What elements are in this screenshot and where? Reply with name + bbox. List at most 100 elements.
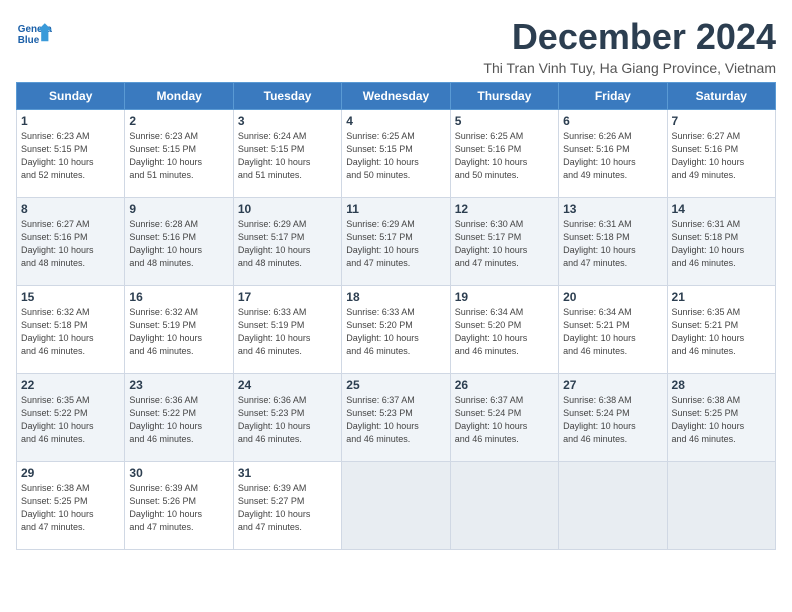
day-number: 24 bbox=[238, 378, 337, 392]
day-number: 30 bbox=[129, 466, 228, 480]
svg-text:Blue: Blue bbox=[18, 35, 40, 46]
day-number: 11 bbox=[346, 202, 445, 216]
calendar-day-cell: 11 Sunrise: 6:29 AM Sunset: 5:17 PM Dayli… bbox=[342, 198, 450, 286]
calendar-day-cell bbox=[559, 462, 667, 550]
day-info: Sunrise: 6:37 AM Sunset: 5:24 PM Dayligh… bbox=[455, 394, 554, 446]
day-info: Sunrise: 6:30 AM Sunset: 5:17 PM Dayligh… bbox=[455, 218, 554, 270]
calendar-day-cell: 19Sunrise: 6:34 AM Sunset: 5:20 PM Dayli… bbox=[450, 286, 558, 374]
day-info: Sunrise: 6:24 AM Sunset: 5:15 PM Dayligh… bbox=[238, 130, 337, 182]
calendar-day-cell: 28 Sunrise: 6:38 AM Sunset: 5:25 PM Dayli… bbox=[667, 374, 775, 462]
day-number: 14 bbox=[672, 202, 771, 216]
calendar-day-cell: 4 Sunrise: 6:25 AM Sunset: 5:15 PM Daylig… bbox=[342, 110, 450, 198]
weekday-header-row: SundayMondayTuesdayWednesdayThursdayFrid… bbox=[17, 83, 776, 110]
calendar-day-cell: 5Sunrise: 6:25 AM Sunset: 5:16 PM Daylig… bbox=[450, 110, 558, 198]
calendar-day-cell: 26 Sunrise: 6:37 AM Sunset: 5:24 PM Dayli… bbox=[450, 374, 558, 462]
day-number: 29 bbox=[21, 466, 120, 480]
day-info: Sunrise: 6:32 AM Sunset: 5:19 PM Dayligh… bbox=[129, 306, 228, 358]
calendar-day-cell: 9 Sunrise: 6:28 AM Sunset: 5:16 PM Daylig… bbox=[125, 198, 233, 286]
day-info: Sunrise: 6:35 AM Sunset: 5:21 PM Dayligh… bbox=[672, 306, 771, 358]
calendar-day-cell: 2Sunrise: 6:23 AM Sunset: 5:15 PM Daylig… bbox=[125, 110, 233, 198]
calendar-week-row: 8Sunrise: 6:27 AM Sunset: 5:16 PM Daylig… bbox=[17, 198, 776, 286]
calendar-day-cell: 29 Sunrise: 6:38 AM Sunset: 5:25 PM Dayli… bbox=[17, 462, 125, 550]
page-header: General Blue December 2024 Thi Tran Vinh… bbox=[16, 16, 776, 76]
day-number: 8 bbox=[21, 202, 120, 216]
calendar-day-cell bbox=[450, 462, 558, 550]
calendar-day-cell: 18 Sunrise: 6:33 AM Sunset: 5:20 PM Dayli… bbox=[342, 286, 450, 374]
day-number: 18 bbox=[346, 290, 445, 304]
day-number: 26 bbox=[455, 378, 554, 392]
day-number: 4 bbox=[346, 114, 445, 128]
day-number: 5 bbox=[455, 114, 554, 128]
day-number: 13 bbox=[563, 202, 662, 216]
weekday-header-cell: Sunday bbox=[17, 83, 125, 110]
weekday-header-cell: Saturday bbox=[667, 83, 775, 110]
day-info: Sunrise: 6:29 AM Sunset: 5:17 PM Dayligh… bbox=[238, 218, 337, 270]
day-number: 3 bbox=[238, 114, 337, 128]
calendar-day-cell: 25 Sunrise: 6:37 AM Sunset: 5:23 PM Dayli… bbox=[342, 374, 450, 462]
calendar-body: 1 Sunrise: 6:23 AM Sunset: 5:15 PM Daylig… bbox=[17, 110, 776, 550]
day-info: Sunrise: 6:39 AM Sunset: 5:26 PM Dayligh… bbox=[129, 482, 228, 534]
day-info: Sunrise: 6:38 AM Sunset: 5:25 PM Dayligh… bbox=[672, 394, 771, 446]
day-info: Sunrise: 6:33 AM Sunset: 5:20 PM Dayligh… bbox=[346, 306, 445, 358]
weekday-header-cell: Friday bbox=[559, 83, 667, 110]
day-info: Sunrise: 6:37 AM Sunset: 5:23 PM Dayligh… bbox=[346, 394, 445, 446]
calendar-day-cell: 13Sunrise: 6:31 AM Sunset: 5:18 PM Dayli… bbox=[559, 198, 667, 286]
calendar-day-cell: 17 Sunrise: 6:33 AM Sunset: 5:19 PM Dayli… bbox=[233, 286, 341, 374]
calendar-day-cell: 15 Sunrise: 6:32 AM Sunset: 5:18 PM Dayli… bbox=[17, 286, 125, 374]
weekday-header-cell: Thursday bbox=[450, 83, 558, 110]
calendar-day-cell: 7Sunrise: 6:27 AM Sunset: 5:16 PM Daylig… bbox=[667, 110, 775, 198]
day-info: Sunrise: 6:38 AM Sunset: 5:25 PM Dayligh… bbox=[21, 482, 120, 534]
calendar-day-cell bbox=[342, 462, 450, 550]
day-info: Sunrise: 6:36 AM Sunset: 5:22 PM Dayligh… bbox=[129, 394, 228, 446]
day-number: 9 bbox=[129, 202, 228, 216]
day-number: 10 bbox=[238, 202, 337, 216]
day-info: Sunrise: 6:35 AM Sunset: 5:22 PM Dayligh… bbox=[21, 394, 120, 446]
logo-icon: General Blue bbox=[16, 16, 52, 52]
day-number: 31 bbox=[238, 466, 337, 480]
calendar-week-row: 29 Sunrise: 6:38 AM Sunset: 5:25 PM Dayli… bbox=[17, 462, 776, 550]
day-number: 15 bbox=[21, 290, 120, 304]
title-area: December 2024 Thi Tran Vinh Tuy, Ha Gian… bbox=[483, 16, 776, 76]
month-title: December 2024 bbox=[483, 16, 776, 58]
calendar-day-cell: 31 Sunrise: 6:39 AM Sunset: 5:27 PM Dayli… bbox=[233, 462, 341, 550]
day-info: Sunrise: 6:27 AM Sunset: 5:16 PM Dayligh… bbox=[672, 130, 771, 182]
calendar-day-cell: 3 Sunrise: 6:24 AM Sunset: 5:15 PM Daylig… bbox=[233, 110, 341, 198]
day-number: 23 bbox=[129, 378, 228, 392]
day-number: 21 bbox=[672, 290, 771, 304]
calendar-day-cell: 20Sunrise: 6:34 AM Sunset: 5:21 PM Dayli… bbox=[559, 286, 667, 374]
day-number: 20 bbox=[563, 290, 662, 304]
day-info: Sunrise: 6:28 AM Sunset: 5:16 PM Dayligh… bbox=[129, 218, 228, 270]
calendar-day-cell: 10 Sunrise: 6:29 AM Sunset: 5:17 PM Dayli… bbox=[233, 198, 341, 286]
day-info: Sunrise: 6:26 AM Sunset: 5:16 PM Dayligh… bbox=[563, 130, 662, 182]
day-info: Sunrise: 6:33 AM Sunset: 5:19 PM Dayligh… bbox=[238, 306, 337, 358]
calendar-week-row: 22 Sunrise: 6:35 AM Sunset: 5:22 PM Dayli… bbox=[17, 374, 776, 462]
weekday-header-cell: Wednesday bbox=[342, 83, 450, 110]
calendar-day-cell: 6 Sunrise: 6:26 AM Sunset: 5:16 PM Daylig… bbox=[559, 110, 667, 198]
day-number: 27 bbox=[563, 378, 662, 392]
day-info: Sunrise: 6:25 AM Sunset: 5:15 PM Dayligh… bbox=[346, 130, 445, 182]
day-number: 16 bbox=[129, 290, 228, 304]
day-info: Sunrise: 6:23 AM Sunset: 5:15 PM Dayligh… bbox=[21, 130, 120, 182]
calendar-day-cell: 24Sunrise: 6:36 AM Sunset: 5:23 PM Dayli… bbox=[233, 374, 341, 462]
day-number: 25 bbox=[346, 378, 445, 392]
day-number: 19 bbox=[455, 290, 554, 304]
day-info: Sunrise: 6:32 AM Sunset: 5:18 PM Dayligh… bbox=[21, 306, 120, 358]
day-number: 17 bbox=[238, 290, 337, 304]
day-number: 28 bbox=[672, 378, 771, 392]
logo: General Blue bbox=[16, 16, 52, 52]
day-number: 1 bbox=[21, 114, 120, 128]
day-number: 22 bbox=[21, 378, 120, 392]
calendar-week-row: 1 Sunrise: 6:23 AM Sunset: 5:15 PM Daylig… bbox=[17, 110, 776, 198]
calendar-day-cell: 22 Sunrise: 6:35 AM Sunset: 5:22 PM Dayli… bbox=[17, 374, 125, 462]
calendar-day-cell: 30 Sunrise: 6:39 AM Sunset: 5:26 PM Dayli… bbox=[125, 462, 233, 550]
calendar-day-cell: 1 Sunrise: 6:23 AM Sunset: 5:15 PM Daylig… bbox=[17, 110, 125, 198]
day-info: Sunrise: 6:38 AM Sunset: 5:24 PM Dayligh… bbox=[563, 394, 662, 446]
day-number: 6 bbox=[563, 114, 662, 128]
calendar-table: SundayMondayTuesdayWednesdayThursdayFrid… bbox=[16, 82, 776, 550]
location-subtitle: Thi Tran Vinh Tuy, Ha Giang Province, Vi… bbox=[483, 60, 776, 76]
weekday-header-cell: Monday bbox=[125, 83, 233, 110]
day-info: Sunrise: 6:29 AM Sunset: 5:17 PM Dayligh… bbox=[346, 218, 445, 270]
day-info: Sunrise: 6:31 AM Sunset: 5:18 PM Dayligh… bbox=[672, 218, 771, 270]
calendar-day-cell: 27 Sunrise: 6:38 AM Sunset: 5:24 PM Dayli… bbox=[559, 374, 667, 462]
day-info: Sunrise: 6:39 AM Sunset: 5:27 PM Dayligh… bbox=[238, 482, 337, 534]
